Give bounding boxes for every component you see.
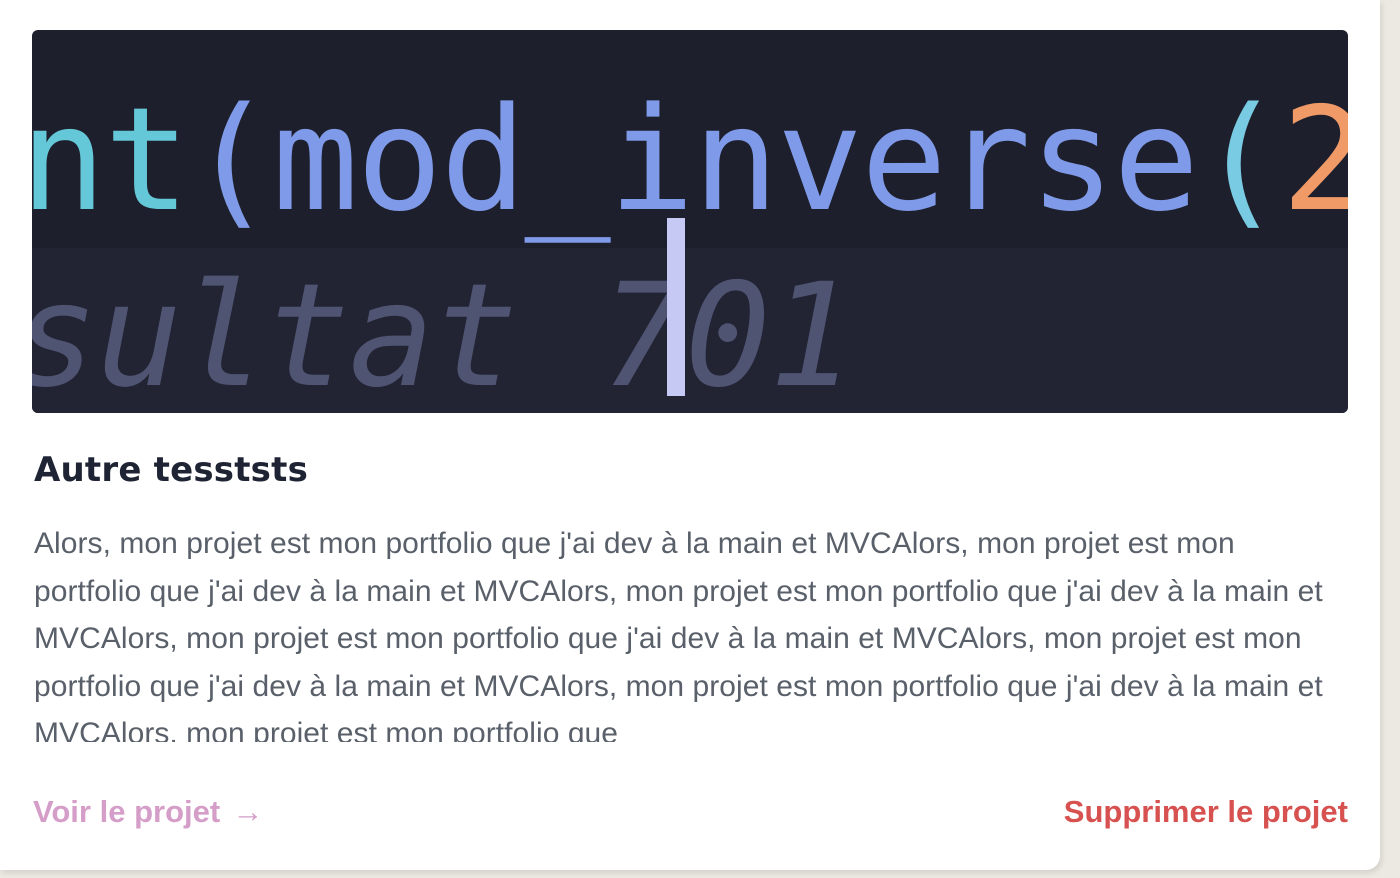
code-function-name: mod_inverse	[272, 76, 1199, 243]
project-card: nt(mod_inverse(29,92 sultat 701 Autre te…	[0, 0, 1380, 870]
code-paren-open-2: (	[1197, 76, 1283, 243]
project-thumbnail: nt(mod_inverse(29,92 sultat 701	[32, 30, 1348, 413]
project-description: Alors, mon projet est mon portfolio que …	[34, 527, 1323, 742]
project-title: Autre tesststs	[34, 450, 309, 490]
code-comment-text: sultat 701	[32, 252, 855, 413]
code-paren-open-1: (	[188, 76, 274, 243]
view-project-label: Voir le projet	[33, 794, 221, 829]
text-cursor	[667, 218, 685, 396]
view-project-link[interactable]: Voir le projet →	[33, 793, 263, 830]
project-description-container: Alors, mon projet est mon portfolio que …	[34, 520, 1332, 742]
code-number-1: 29	[1281, 76, 1348, 243]
delete-project-link[interactable]: Supprimer le projet	[1064, 793, 1348, 830]
code-call-fragment: nt	[32, 76, 190, 243]
code-line-2: sultat 701	[32, 264, 855, 407]
arrow-right-icon: →	[232, 794, 264, 829]
code-line-1: nt(mod_inverse(29,92	[32, 88, 1348, 231]
